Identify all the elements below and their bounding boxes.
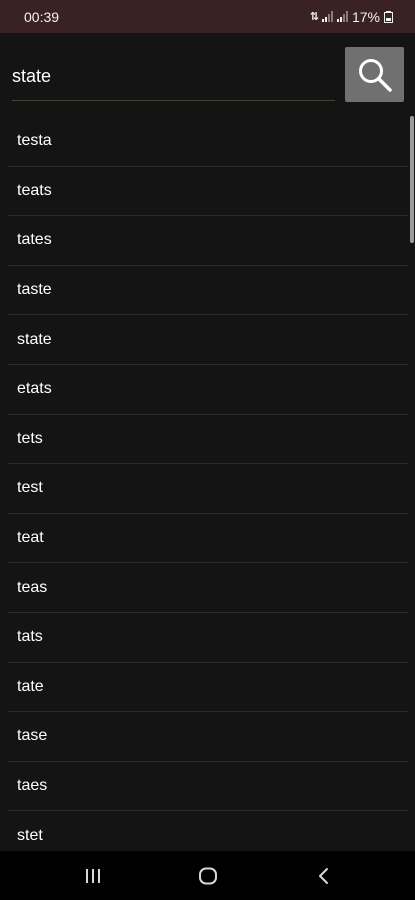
list-item-label: tase xyxy=(17,727,48,745)
signal-icon xyxy=(336,11,348,22)
back-icon xyxy=(319,868,328,884)
list-item[interactable]: tate xyxy=(8,663,408,713)
list-item-label: etats xyxy=(17,380,52,398)
back-button[interactable] xyxy=(313,865,335,887)
list-item-label: stet xyxy=(17,826,43,844)
list-item-label: test xyxy=(17,479,43,497)
recents-button[interactable] xyxy=(82,865,104,887)
results-list: testa teats tates taste state etats tets test te… xyxy=(8,117,408,861)
list-item[interactable]: testa xyxy=(8,117,408,167)
status-icons: ⇅ 17% xyxy=(310,9,393,25)
list-item[interactable]: state xyxy=(8,315,408,365)
list-item[interactable]: teat xyxy=(8,514,408,564)
app-content: testa teats tates taste state etats tets test te… xyxy=(0,33,415,861)
list-item[interactable]: etats xyxy=(8,365,408,415)
list-item-label: state xyxy=(17,330,52,348)
status-time: 00:39 xyxy=(24,8,60,25)
battery-text: 17% xyxy=(351,8,380,25)
search-row xyxy=(0,33,415,113)
magnifier-icon xyxy=(358,58,392,92)
list-item[interactable]: tase xyxy=(8,712,408,762)
data-arrows-icon: ⇅ xyxy=(309,11,319,23)
list-item-label: taste xyxy=(17,281,52,299)
navigation-bar xyxy=(0,851,415,900)
recents-icon xyxy=(86,869,100,883)
list-item[interactable]: test xyxy=(8,464,408,514)
list-item-label: tate xyxy=(17,677,44,695)
list-item-label: teas xyxy=(17,578,48,596)
list-item[interactable]: taste xyxy=(8,266,408,316)
list-item[interactable]: taes xyxy=(8,762,408,812)
status-bar: 00:39 ⇅ 17% xyxy=(0,0,415,33)
home-button[interactable] xyxy=(197,865,219,887)
list-item[interactable]: teas xyxy=(8,563,408,613)
list-item-label: tates xyxy=(17,231,52,249)
battery-saver-icon xyxy=(384,10,393,23)
list-item[interactable]: tets xyxy=(8,415,408,465)
search-input[interactable] xyxy=(12,59,335,101)
search-button[interactable] xyxy=(345,47,404,102)
list-item[interactable]: tats xyxy=(8,613,408,663)
list-item[interactable]: tates xyxy=(8,216,408,266)
list-item-label: tats xyxy=(17,628,43,646)
list-item-label: taes xyxy=(17,777,48,795)
list-item-label: teat xyxy=(17,529,44,547)
list-item[interactable]: teats xyxy=(8,167,408,217)
list-item-label: tets xyxy=(17,429,43,447)
list-item-label: testa xyxy=(17,132,52,150)
signal-icon xyxy=(321,11,333,22)
home-icon xyxy=(199,867,217,885)
list-item-label: teats xyxy=(17,181,52,199)
scrollbar[interactable] xyxy=(410,116,414,243)
